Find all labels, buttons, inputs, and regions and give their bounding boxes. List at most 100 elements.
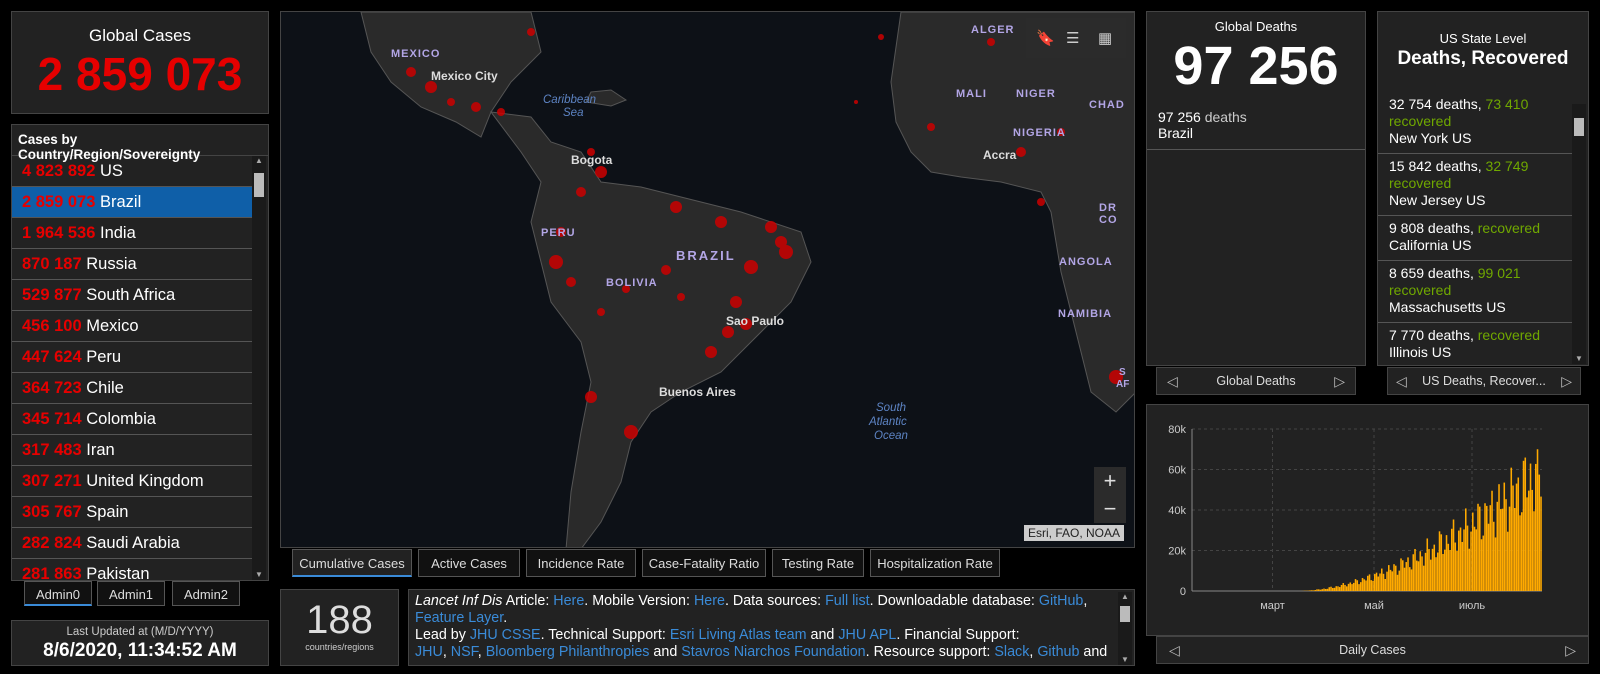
link-jhu-csse[interactable]: JHU CSSE bbox=[470, 627, 541, 643]
chart-bar bbox=[1430, 559, 1432, 591]
qr-code-icon[interactable]: ▦ bbox=[1098, 29, 1112, 47]
map-attribution: Esri, FAO, NOAA bbox=[1023, 525, 1124, 541]
map-canvas[interactable] bbox=[281, 12, 1135, 548]
global-deaths-entry[interactable]: 97 256 deaths Brazil bbox=[1147, 96, 1365, 150]
chart-bar bbox=[1452, 519, 1455, 591]
us-state-list[interactable]: 32 754 deaths, 73 410 recovered New York … bbox=[1378, 92, 1572, 362]
zoom-in-button[interactable]: + bbox=[1094, 467, 1126, 495]
scroll-thumb[interactable] bbox=[1574, 118, 1584, 136]
scroll-up-icon[interactable]: ▲ bbox=[252, 156, 266, 166]
us-recovered-word: recovered bbox=[1389, 282, 1452, 298]
map-view[interactable]: MEXICO Mexico City Caribbean Sea Bogota … bbox=[280, 11, 1135, 548]
info-text-seg: and bbox=[806, 627, 839, 643]
link-mobile[interactable]: Here bbox=[694, 593, 725, 609]
link-stavros[interactable]: Stavros Niarchos Foundation bbox=[681, 644, 865, 660]
country-list-scrollbar[interactable]: ▲ ▼ bbox=[252, 156, 266, 580]
link-feature-layer[interactable]: Feature Layer bbox=[415, 610, 503, 626]
countries-count-label: countries/regions bbox=[305, 642, 374, 652]
prev-icon[interactable]: ◁ bbox=[1396, 368, 1407, 394]
scroll-down-icon[interactable]: ▼ bbox=[252, 570, 266, 580]
tab-incidence-rate[interactable]: Incidence Rate bbox=[526, 549, 636, 577]
chart-bar bbox=[1319, 589, 1322, 591]
land-south-america bbox=[489, 111, 812, 547]
country-row[interactable]: 282 824 Saudi Arabia bbox=[12, 528, 252, 559]
chart-bar bbox=[1442, 554, 1444, 591]
scroll-down-icon[interactable]: ▼ bbox=[1572, 354, 1586, 364]
scroll-thumb[interactable] bbox=[1120, 606, 1130, 622]
tab-admin1[interactable]: Admin1 bbox=[97, 581, 165, 606]
map-label-ocean: Ocean bbox=[874, 430, 908, 442]
scroll-down-icon[interactable]: ▼ bbox=[1118, 655, 1132, 665]
us-list-scrollbar[interactable]: ▼ bbox=[1572, 104, 1586, 364]
country-row[interactable]: 529 877 South Africa bbox=[12, 280, 252, 311]
country-list[interactable]: 4 823 892 US 2 859 073 Brazil 1 964 536 In… bbox=[12, 156, 252, 580]
link-bloomberg[interactable]: Bloomberg Philanthropies bbox=[486, 644, 650, 660]
country-count: 305 767 bbox=[22, 503, 82, 521]
country-row[interactable]: 456 100 Mexico bbox=[12, 311, 252, 342]
info-text-seg: . Technical Support: bbox=[540, 627, 670, 643]
chart-bar bbox=[1444, 549, 1446, 591]
chart-bar bbox=[1393, 564, 1395, 591]
chart-bar bbox=[1309, 590, 1311, 591]
country-row[interactable]: 345 714 Colombia bbox=[12, 404, 252, 435]
tab-cumulative-cases[interactable]: Cumulative Cases bbox=[292, 549, 412, 577]
legend-list-icon[interactable]: ☰ bbox=[1066, 29, 1079, 47]
link-article[interactable]: Here bbox=[553, 593, 584, 609]
info-journal: Lancet Inf Dis bbox=[415, 593, 503, 609]
country-row[interactable]: 317 483 Iran bbox=[12, 435, 252, 466]
us-state-row[interactable]: 7 770 deaths, recovered Illinois US bbox=[1378, 323, 1572, 362]
chart-bar bbox=[1382, 573, 1385, 591]
chart-bar bbox=[1365, 580, 1367, 591]
link-nsf[interactable]: NSF bbox=[451, 644, 478, 660]
scroll-up-icon[interactable]: ▲ bbox=[1118, 592, 1132, 602]
next-icon[interactable]: ▷ bbox=[1334, 368, 1345, 394]
country-row[interactable]: 2 859 073 Brazil bbox=[12, 187, 252, 218]
link-esri[interactable]: Esri Living Atlas team bbox=[670, 627, 807, 643]
country-row[interactable]: 281 863 Pakistan bbox=[12, 559, 252, 580]
country-row[interactable]: 4 823 892 US bbox=[12, 156, 252, 187]
country-count: 345 714 bbox=[22, 410, 82, 428]
info-text-seg: . Financial Support: bbox=[896, 627, 1020, 643]
info-scrollbar[interactable]: ▲ ▼ bbox=[1118, 592, 1132, 665]
map-label-mexico-city: Mexico City bbox=[431, 69, 498, 83]
country-name: Brazil bbox=[100, 193, 142, 211]
us-state-row[interactable]: 9 808 deaths, recovered California US bbox=[1378, 216, 1572, 261]
prev-icon[interactable]: ◁ bbox=[1169, 637, 1180, 663]
link-github[interactable]: GitHub bbox=[1039, 593, 1084, 609]
link-full-list[interactable]: Full list bbox=[825, 593, 869, 609]
link-slack[interactable]: Slack bbox=[994, 644, 1029, 660]
link-jhu[interactable]: JHU bbox=[415, 644, 443, 660]
tab-hospitalization-rate[interactable]: Hospitalization Rate bbox=[870, 549, 1000, 577]
info-text-seg: , bbox=[477, 644, 486, 660]
us-place: California US bbox=[1389, 237, 1472, 253]
country-row[interactable]: 447 624 Peru bbox=[12, 342, 252, 373]
chart-bar bbox=[1416, 560, 1418, 591]
map-label-accra: Accra bbox=[983, 148, 1017, 162]
country-row[interactable]: 305 767 Spain bbox=[12, 497, 252, 528]
chart-bar bbox=[1538, 474, 1541, 591]
chart-bar bbox=[1498, 484, 1500, 591]
country-row[interactable]: 870 187 Russia bbox=[12, 249, 252, 280]
next-icon[interactable]: ▷ bbox=[1561, 368, 1572, 394]
us-state-row[interactable]: 8 659 deaths, 99 021 recovered Massachuse… bbox=[1378, 261, 1572, 323]
tab-case-fatality-ratio[interactable]: Case-Fatality Ratio bbox=[642, 549, 766, 577]
country-row[interactable]: 307 271 United Kingdom bbox=[12, 466, 252, 497]
us-state-row[interactable]: 15 842 deaths, 32 749 recovered New Jerse… bbox=[1378, 154, 1572, 216]
next-icon[interactable]: ▷ bbox=[1565, 637, 1576, 663]
us-state-row[interactable]: 32 754 deaths, 73 410 recovered New York … bbox=[1378, 92, 1572, 154]
country-row[interactable]: 1 964 536 India bbox=[12, 218, 252, 249]
us-deaths: 8 659 deaths, bbox=[1389, 265, 1474, 281]
tab-active-cases[interactable]: Active Cases bbox=[418, 549, 520, 577]
tab-admin0[interactable]: Admin0 bbox=[24, 581, 92, 606]
tab-admin2[interactable]: Admin2 bbox=[172, 581, 240, 606]
country-row[interactable]: 364 723 Chile bbox=[12, 373, 252, 404]
zoom-out-button[interactable]: − bbox=[1094, 495, 1126, 523]
map-label-atlantic: Atlantic bbox=[869, 416, 907, 428]
link-jhu-apl[interactable]: JHU APL bbox=[838, 627, 896, 643]
tab-testing-rate[interactable]: Testing Rate bbox=[772, 549, 864, 577]
countries-count-value: 188 bbox=[306, 598, 373, 642]
scroll-thumb[interactable] bbox=[254, 173, 264, 197]
bookmark-icon[interactable]: 🔖 bbox=[1036, 29, 1055, 47]
prev-icon[interactable]: ◁ bbox=[1167, 368, 1178, 394]
link-github-2[interactable]: Github bbox=[1037, 644, 1079, 660]
